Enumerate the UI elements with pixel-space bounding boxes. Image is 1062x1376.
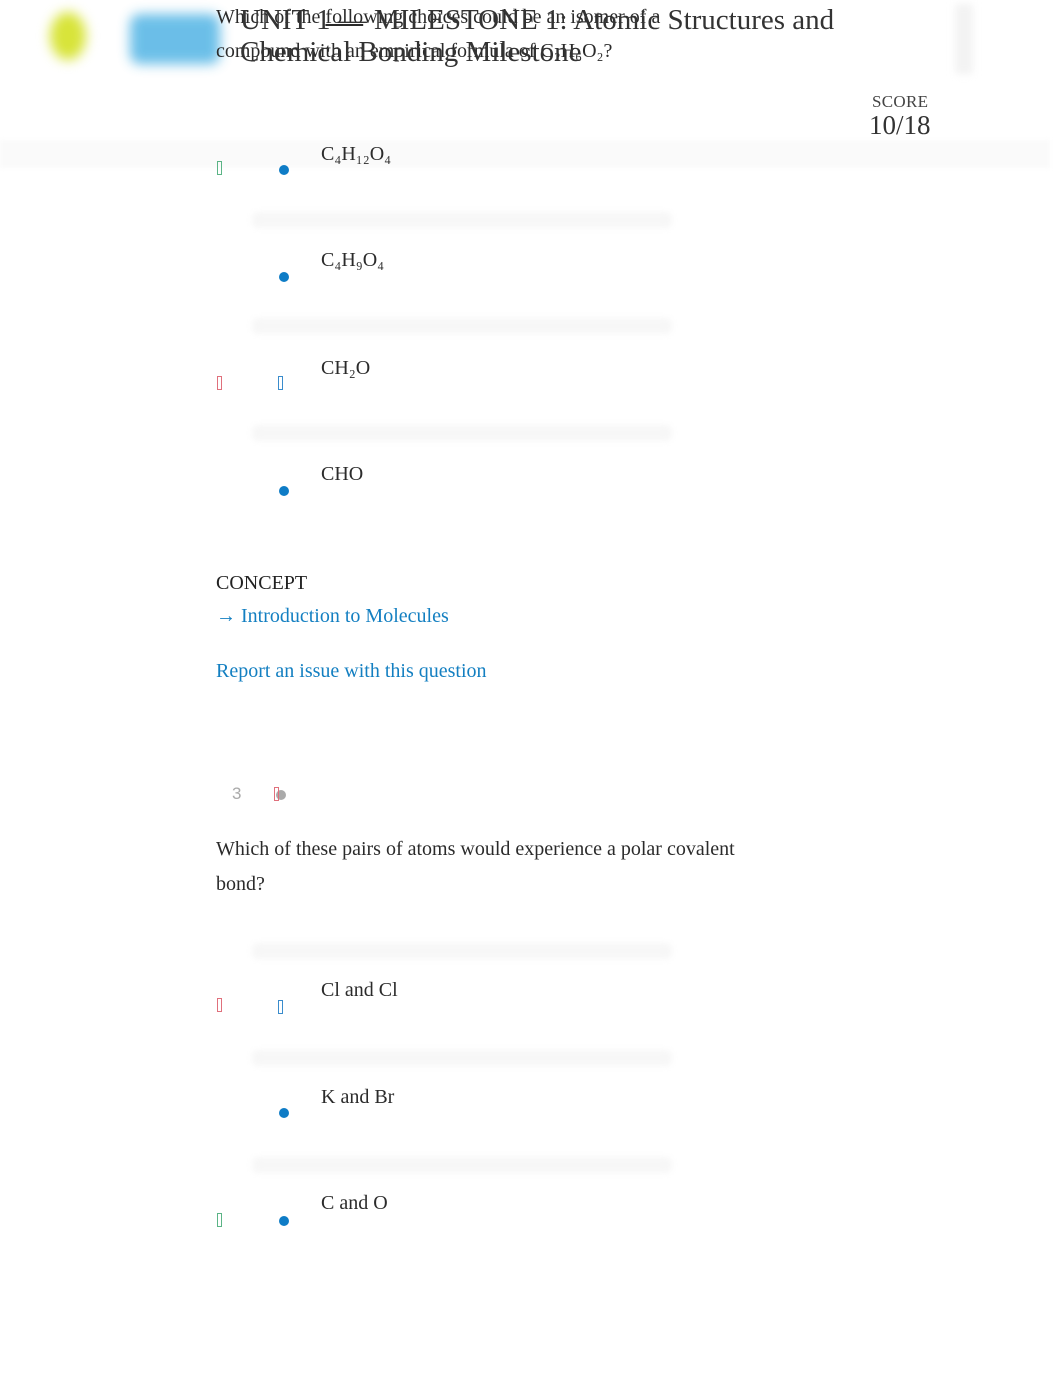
option-label[interactable]: Cl and Cl bbox=[321, 979, 398, 1002]
option-label[interactable]: C₄H₉O₄ bbox=[321, 249, 384, 272]
incorrect-icon bbox=[217, 376, 222, 390]
option-divider bbox=[252, 425, 672, 441]
option-label[interactable]: CH₂O bbox=[321, 357, 370, 380]
score-value: 10/18 bbox=[869, 110, 931, 140]
brand-badge bbox=[130, 14, 220, 64]
option-divider bbox=[252, 318, 672, 334]
option-divider bbox=[252, 943, 672, 959]
concept-label: CONCEPT bbox=[216, 572, 308, 594]
header-divider bbox=[955, 4, 973, 74]
selected-radio-icon[interactable] bbox=[278, 376, 283, 390]
logo bbox=[50, 12, 86, 60]
selected-radio-icon[interactable] bbox=[278, 1000, 283, 1014]
incorrect-icon bbox=[274, 787, 279, 801]
option-label[interactable]: C and O bbox=[321, 1192, 388, 1215]
radio-button[interactable] bbox=[279, 1108, 289, 1118]
question-2-text: Which of these pairs of atoms would expe… bbox=[216, 838, 735, 895]
concept-link[interactable]: → Introduction to Molecules bbox=[216, 605, 449, 628]
page-title: UNIT 1 — MILESTONE 1: Atomic Structures … bbox=[240, 4, 835, 68]
option-divider bbox=[252, 212, 672, 228]
header-bar bbox=[0, 140, 1050, 168]
correct-icon bbox=[217, 1213, 222, 1227]
radio-button[interactable] bbox=[279, 486, 289, 496]
correct-icon bbox=[217, 161, 222, 175]
radio-button[interactable] bbox=[279, 1216, 289, 1226]
report-issue-link[interactable]: Report an issue with this question bbox=[216, 660, 487, 683]
option-label[interactable]: C₄H₁₂O₄ bbox=[321, 143, 391, 166]
option-label[interactable]: CHO bbox=[321, 463, 363, 486]
option-divider bbox=[252, 1050, 672, 1066]
option-label[interactable]: K and Br bbox=[321, 1086, 394, 1109]
incorrect-icon bbox=[217, 998, 222, 1012]
option-divider bbox=[252, 1157, 672, 1173]
radio-button[interactable] bbox=[279, 165, 289, 175]
question-number: 3 bbox=[232, 784, 242, 803]
radio-button[interactable] bbox=[279, 272, 289, 282]
score-label: SCORE bbox=[872, 92, 929, 111]
